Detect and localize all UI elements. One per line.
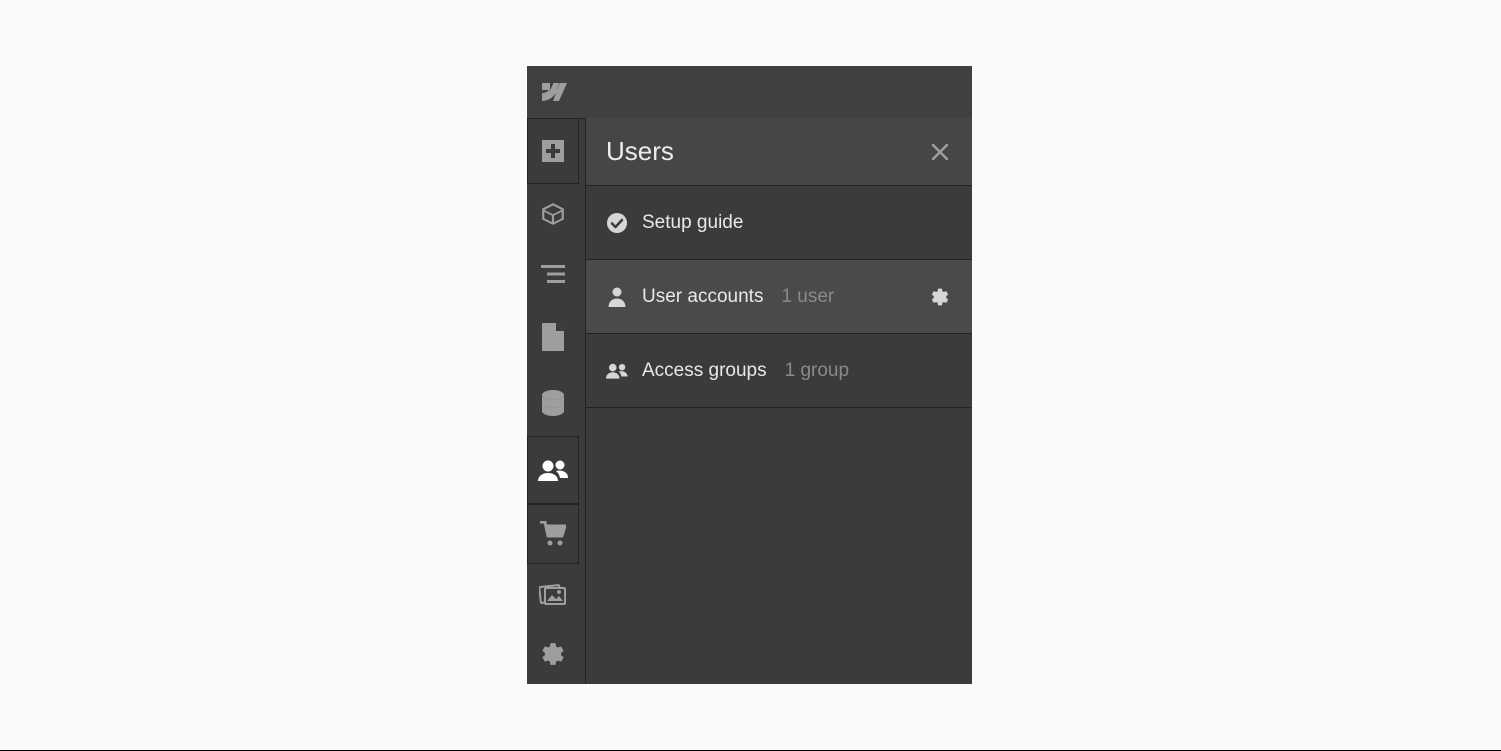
topbar <box>527 66 972 118</box>
panel-header: Users <box>586 118 972 186</box>
rail-components[interactable] <box>527 184 579 244</box>
menu-count: 1 user <box>781 286 834 308</box>
panel-spacer <box>579 118 586 684</box>
close-button[interactable] <box>928 140 952 164</box>
rail-users[interactable] <box>527 436 579 504</box>
rail-add[interactable] <box>527 118 579 184</box>
panel-title: Users <box>606 136 674 167</box>
menu-item-user-accounts[interactable]: User accounts 1 user <box>586 260 972 334</box>
close-icon <box>931 143 949 161</box>
users-panel: Users Setup guide User accounts 1 user <box>585 118 972 684</box>
left-rail <box>527 118 579 684</box>
app-window: Users Setup guide User accounts 1 user <box>527 66 972 684</box>
rail-ecommerce[interactable] <box>527 504 579 564</box>
rail-pages[interactable] <box>527 304 579 370</box>
gear-icon <box>930 287 950 307</box>
webflow-logo[interactable] <box>527 66 579 118</box>
menu-label: Setup guide <box>642 212 743 234</box>
rail-assets[interactable] <box>527 564 579 624</box>
menu-count: 1 group <box>785 360 849 382</box>
check-circle-icon <box>606 212 628 234</box>
rail-settings[interactable] <box>527 624 579 684</box>
users-icon <box>606 360 628 382</box>
user-icon <box>606 286 628 308</box>
user-accounts-settings-button[interactable] <box>928 285 952 309</box>
menu-list: Setup guide User accounts 1 user Access … <box>586 186 972 408</box>
menu-item-setup-guide[interactable]: Setup guide <box>586 186 972 260</box>
menu-label: Access groups <box>642 360 767 382</box>
rail-cms[interactable] <box>527 370 579 436</box>
menu-label: User accounts <box>642 286 763 308</box>
menu-item-access-groups[interactable]: Access groups 1 group <box>586 334 972 408</box>
rail-navigator[interactable] <box>527 244 579 304</box>
